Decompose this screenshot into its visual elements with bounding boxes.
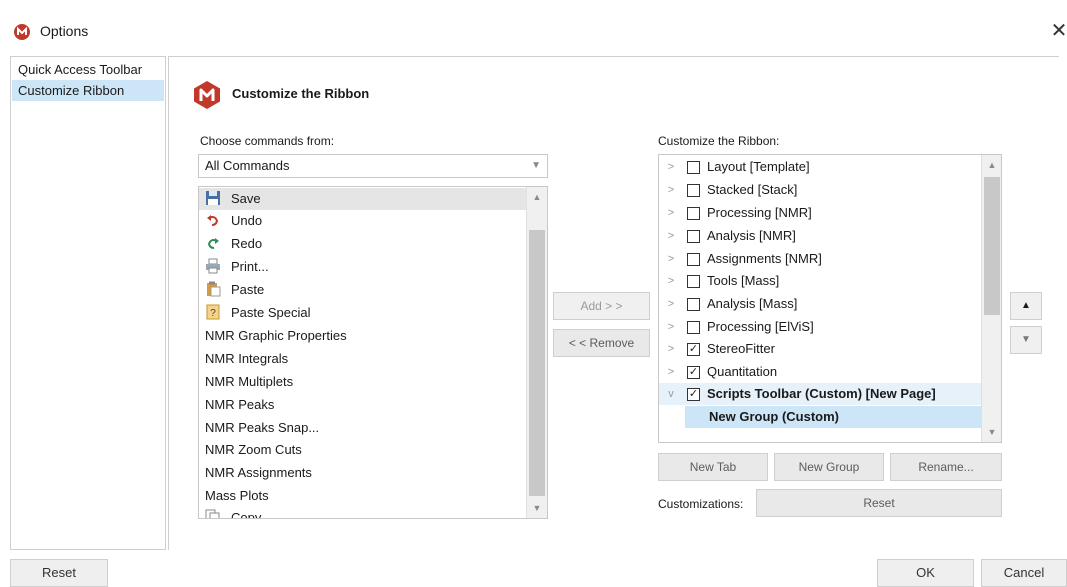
cancel-button[interactable]: Cancel [981,559,1067,587]
list-item[interactable]: Print... [199,256,526,278]
paste-icon [207,281,221,297]
nav-item-quick-access-toolbar[interactable]: Quick Access Toolbar [12,59,164,80]
list-item[interactable]: NMR Zoom Cuts [199,439,526,461]
tree-item[interactable]: > Analysis [Mass] [659,293,981,315]
list-item[interactable]: Save [199,188,526,210]
chevron-right-icon[interactable]: > [665,248,677,270]
scroll-thumb[interactable] [984,177,1000,315]
chevron-right-icon[interactable]: > [665,270,677,292]
list-item[interactable]: ? Paste Special [199,302,526,324]
commands-source-dropdown[interactable]: All Commands ▼ [198,154,548,178]
chevron-right-icon[interactable]: > [665,156,677,178]
list-item[interactable]: Mass Plots [199,485,526,507]
new-group-button[interactable]: New Group [774,453,884,481]
chevron-right-icon[interactable]: > [665,202,677,224]
app-logo-icon [14,24,30,40]
options-nav: Quick Access Toolbar Customize Ribbon [10,56,166,550]
scroll-thumb[interactable] [529,230,545,496]
scroll-down-icon[interactable]: ▼ [982,422,1001,442]
chevron-right-icon[interactable]: > [665,293,677,315]
scroll-up-icon[interactable]: ▲ [527,187,547,207]
svg-text:?: ? [210,308,216,319]
tree-item[interactable]: > Assignments [NMR] [659,248,981,270]
list-item[interactable]: Paste [199,279,526,301]
list-item[interactable]: NMR Assignments [199,462,526,484]
tree-checkbox[interactable] [687,321,700,334]
customizations-label: Customizations: [658,497,744,511]
move-down-button[interactable]: ▼ [1010,326,1042,354]
scroll-up-icon[interactable]: ▲ [982,155,1001,175]
reset-button[interactable]: Reset [10,559,108,587]
list-item[interactable]: NMR Graphic Properties [199,325,526,347]
tree-item[interactable]: > Processing [ElViS] [659,316,981,338]
tree-item[interactable]: > Layout [Template] [659,156,981,178]
choose-commands-label: Choose commands from: [200,134,335,148]
print-icon [206,258,220,274]
list-item[interactable]: Undo [199,210,526,232]
tree-item[interactable]: > ✓ Quantitation [659,361,981,383]
list-item[interactable]: NMR Peaks Snap... [199,417,526,439]
ribbon-scrollbar[interactable]: ▲ ▼ [981,155,1001,442]
rename-button[interactable]: Rename... [890,453,1002,481]
chevron-right-icon[interactable]: > [665,361,677,383]
tree-checkbox[interactable] [687,207,700,220]
redo-icon [207,237,219,249]
remove-button[interactable]: < < Remove [553,329,650,357]
chevron-right-icon[interactable]: > [665,338,677,360]
commands-scrollbar[interactable]: ▲ ▼ [526,187,547,518]
title-bar: Options ✕ [0,0,1067,58]
tree-checkbox[interactable] [687,253,700,266]
commands-list[interactable]: Save Undo Redo Print... Paste ? Paste Spe… [198,186,548,519]
window-title: Options [40,23,89,39]
tree-item[interactable]: > Processing [NMR] [659,202,981,224]
list-item[interactable]: NMR Multiplets [199,371,526,393]
chevron-right-icon[interactable]: > [665,316,677,338]
ribbon-tree[interactable]: > Layout [Template] > Stacked [Stack] > … [658,154,1002,443]
chevron-right-icon[interactable]: > [665,225,677,247]
tree-item-selected-group[interactable]: New Group (Custom) [685,406,981,428]
add-button[interactable]: Add > > [553,292,650,320]
close-icon[interactable]: ✕ [1048,18,1067,44]
chevron-right-icon[interactable]: > [665,179,677,201]
list-item[interactable]: NMR Integrals [199,348,526,370]
tree-checkbox-checked[interactable]: ✓ [687,388,700,401]
tree-checkbox[interactable] [687,230,700,243]
paste-special-icon: ? [206,304,220,320]
tree-item[interactable]: > Stacked [Stack] [659,179,981,201]
tree-item[interactable]: > Tools [Mass] [659,270,981,292]
tree-checkbox[interactable] [687,275,700,288]
chevron-down-icon: ▼ [531,160,541,171]
chevron-down-icon[interactable]: v [665,383,677,405]
tree-checkbox-checked[interactable]: ✓ [687,366,700,379]
list-item[interactable]: NMR Peaks [199,394,526,416]
move-up-button[interactable]: ▲ [1010,292,1042,320]
copy-icon [205,509,220,518]
new-tab-button[interactable]: New Tab [658,453,768,481]
list-item[interactable]: Copy [199,507,526,518]
save-icon [206,190,220,205]
list-item[interactable]: Redo [199,233,526,255]
tree-checkbox[interactable] [687,298,700,311]
tree-checkbox[interactable] [687,184,700,197]
dropdown-value: All Commands [205,158,290,173]
tree-item[interactable]: > ✓ StereoFitter [659,338,981,360]
tree-checkbox[interactable] [687,161,700,174]
tree-checkbox-checked[interactable]: ✓ [687,343,700,356]
tree-item-expanded[interactable]: v ✓ Scripts Toolbar (Custom) [New Page] [659,383,981,405]
section-title: Customize the Ribbon [232,86,370,101]
brand-logo-icon [194,81,220,109]
customize-ribbon-label: Customize the Ribbon: [658,134,780,148]
tree-item[interactable]: > Analysis [NMR] [659,225,981,247]
scroll-down-icon[interactable]: ▼ [527,498,547,518]
undo-icon [207,214,219,226]
ok-button[interactable]: OK [877,559,974,587]
nav-item-customize-ribbon[interactable]: Customize Ribbon [12,80,164,101]
customizations-reset-button[interactable]: Reset [756,489,1002,517]
